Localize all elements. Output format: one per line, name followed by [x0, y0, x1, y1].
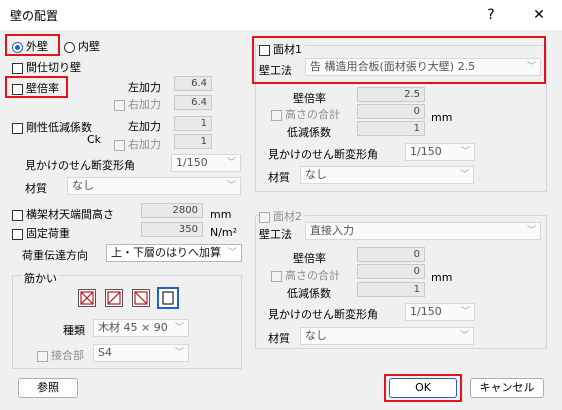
- joint-checkbox[interactable]: 接合部: [37, 347, 84, 363]
- panel2-shear-angle-label: 見かけのせん断変形角: [268, 308, 378, 321]
- checkbox-icon: [259, 44, 270, 56]
- panel1-height-sum-field[interactable]: 0: [357, 104, 425, 119]
- radio-unselected-icon: [64, 41, 75, 53]
- chevron-down-icon: ﹀: [459, 331, 469, 341]
- checkbox-icon: [259, 211, 270, 223]
- left-force-label: 左加力: [128, 81, 161, 94]
- brace-slash-icon[interactable]: [105, 289, 123, 307]
- panel2-unit: mm: [431, 271, 453, 284]
- ck-left-label: 左加力: [128, 120, 161, 133]
- ck-right-field[interactable]: 1: [174, 134, 212, 149]
- brace-cross-icon[interactable]: [78, 289, 96, 307]
- chevron-down-icon: ﹀: [174, 323, 184, 333]
- panel1-unit: mm: [431, 111, 453, 124]
- panel1-shear-angle-label: 見かけのせん断変形角: [268, 148, 378, 161]
- panel2-ratio-label: 壁倍率: [293, 252, 326, 265]
- brace-none-icon[interactable]: [157, 287, 179, 309]
- shear-angle-select[interactable]: 1/150 ﹀: [171, 154, 241, 172]
- panel1-method-select[interactable]: 告 構造用合板(面材張り大壁) 2.5 ﹀: [305, 58, 541, 76]
- left-force-field[interactable]: 6.4: [174, 76, 212, 91]
- material-select[interactable]: なし ﹀: [67, 177, 241, 195]
- load-transfer-select[interactable]: 上・下層のはりへ加算 ﹀: [106, 244, 242, 262]
- panel2-method-select[interactable]: 直接入力 ﹀: [305, 222, 541, 240]
- chevron-down-icon: ﹀: [526, 62, 536, 72]
- chevron-down-icon: ﹀: [226, 181, 236, 191]
- panel1-reduction-label: 低減係数: [287, 126, 331, 139]
- chevron-down-icon: ﹀: [227, 248, 237, 258]
- panel2-method-label: 壁工法: [259, 228, 292, 241]
- panel1-height-sum-checkbox[interactable]: 高さの合計: [271, 106, 340, 122]
- load-transfer-label: 荷重伝達方向: [22, 249, 88, 262]
- beam-height-field[interactable]: 2800: [141, 203, 203, 218]
- chevron-down-icon: ﹀: [226, 158, 236, 168]
- brace-kind-label: 種類: [63, 324, 85, 337]
- panel1-material-label: 材質: [268, 171, 290, 184]
- chevron-down-icon: ﹀: [460, 147, 470, 157]
- panel1-reduction-field[interactable]: 1: [357, 121, 425, 136]
- checkbox-icon: [12, 83, 23, 95]
- panel1-material-select[interactable]: なし ﹀: [300, 166, 474, 184]
- panel2-reduction-label: 低減係数: [287, 287, 331, 300]
- checkbox-icon: [12, 62, 23, 74]
- fixed-load-unit: N/m²: [210, 226, 238, 239]
- panel2-material-label: 材質: [268, 332, 290, 345]
- panel1-ratio-field[interactable]: 2.5: [357, 87, 425, 102]
- panel2-height-sum-field[interactable]: 0: [357, 264, 425, 279]
- chevron-down-icon: ﹀: [460, 307, 470, 317]
- beam-height-unit: mm: [210, 208, 232, 221]
- rigidity-checkbox[interactable]: 剛性低減係数: [12, 119, 92, 135]
- material-label: 材質: [25, 182, 47, 195]
- panel1-ratio-label: 壁倍率: [293, 92, 326, 105]
- cancel-button[interactable]: キャンセル: [470, 378, 544, 398]
- ok-button[interactable]: OK: [389, 378, 457, 398]
- checkbox-icon: [271, 270, 282, 282]
- ratio-checkbox[interactable]: 壁倍率: [12, 80, 59, 96]
- radio-selected-icon: [12, 41, 23, 53]
- help-button[interactable]: ?: [476, 3, 506, 27]
- brace-kind-select[interactable]: 木材 45 × 90 ﹀: [93, 319, 189, 337]
- checkbox-icon: [12, 209, 23, 221]
- panel1-method-label: 壁工法: [259, 64, 292, 77]
- fixed-load-checkbox[interactable]: 固定荷重: [12, 225, 70, 241]
- ck-left-field[interactable]: 1: [174, 116, 212, 131]
- fixed-load-field[interactable]: 350: [141, 222, 203, 237]
- close-button[interactable]: ✕: [524, 3, 554, 27]
- checkbox-icon: [271, 109, 282, 121]
- checkbox-icon: [37, 350, 48, 362]
- shear-angle-label: 見かけのせん断変形角: [25, 159, 135, 172]
- brace-group-label: 筋かい: [22, 270, 59, 286]
- checkbox-icon: [114, 99, 125, 111]
- brace-backslash-icon[interactable]: [132, 289, 150, 307]
- ck-right-checkbox[interactable]: 右加力: [114, 136, 161, 152]
- chevron-down-icon: ﹀: [174, 348, 184, 358]
- panel2-height-sum-checkbox[interactable]: 高さの合計: [271, 267, 340, 283]
- checkbox-icon: [114, 139, 125, 151]
- joint-select[interactable]: S4 ﹀: [93, 344, 189, 362]
- ck-label: Ck: [87, 133, 102, 146]
- checkbox-icon: [12, 228, 23, 240]
- outer-wall-radio[interactable]: 外壁: [12, 38, 48, 54]
- chevron-down-icon: ﹀: [526, 226, 536, 236]
- right-force-checkbox[interactable]: 右加力: [114, 96, 161, 112]
- chevron-down-icon: ﹀: [459, 170, 469, 180]
- panel2-checkbox[interactable]: 面材2: [259, 208, 305, 224]
- right-force-field[interactable]: 6.4: [174, 95, 212, 110]
- beam-height-checkbox[interactable]: 横架材天端間高さ: [12, 206, 114, 222]
- panel2-ratio-field[interactable]: 0: [357, 247, 425, 262]
- reference-button[interactable]: 参照: [18, 378, 78, 398]
- window-title: 壁の配置: [10, 9, 59, 23]
- partition-checkbox[interactable]: 間仕切り壁: [12, 59, 81, 75]
- panel2-reduction-field[interactable]: 1: [357, 282, 425, 297]
- panel1-shear-angle-select[interactable]: 1/150 ﹀: [405, 143, 475, 161]
- inner-wall-radio[interactable]: 内壁: [64, 38, 100, 54]
- panel2-material-select[interactable]: なし ﹀: [300, 327, 474, 345]
- panel2-shear-angle-select[interactable]: 1/150 ﹀: [405, 303, 475, 321]
- panel1-checkbox[interactable]: 面材1: [259, 41, 305, 57]
- checkbox-icon: [12, 122, 23, 134]
